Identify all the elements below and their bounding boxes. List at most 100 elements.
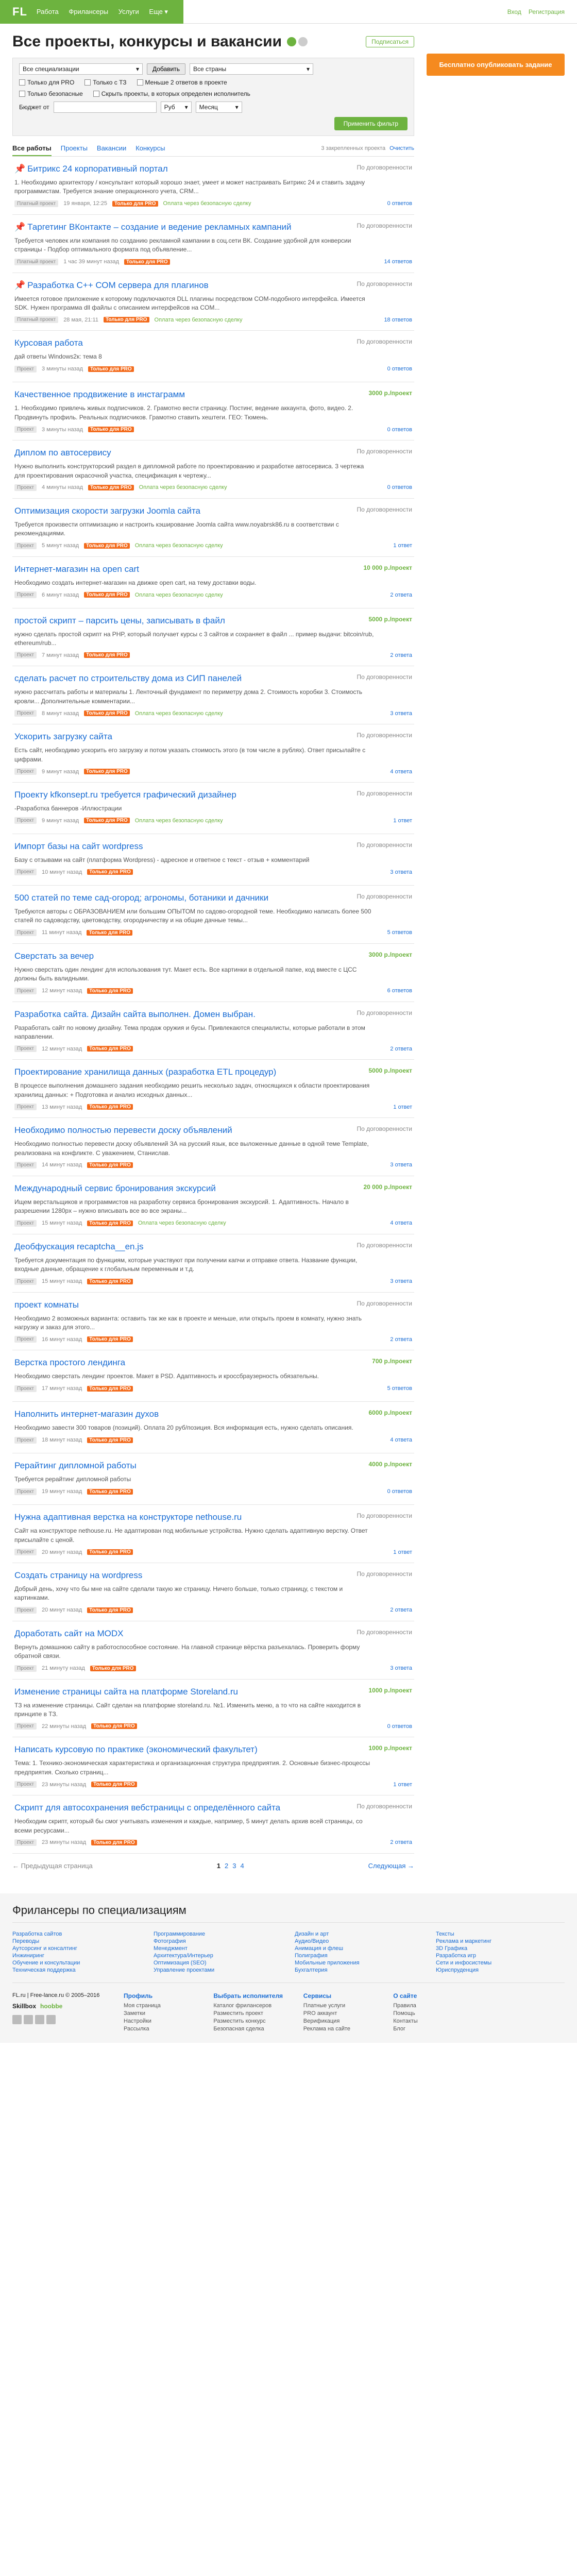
- project-title[interactable]: Рерайтинг дипломной работы: [14, 1461, 137, 1471]
- vk-icon[interactable]: [12, 2014, 22, 2024]
- partner-logo[interactable]: hoobbe: [40, 2003, 62, 2010]
- responses-link[interactable]: 3 ответа: [390, 869, 412, 875]
- project-title[interactable]: сделать расчет по строительству дома из …: [14, 673, 242, 684]
- spec-link[interactable]: Анимация и флеш: [295, 1945, 423, 1952]
- project-card[interactable]: Диплом по автосервису По договоренности Ну…: [12, 440, 414, 499]
- twitter-icon[interactable]: [35, 2014, 44, 2024]
- tab-vacancies[interactable]: Вакансии: [97, 141, 126, 156]
- project-title[interactable]: Изменение страницы сайта на платформе St…: [14, 1687, 238, 1697]
- spec-link[interactable]: Архитектура/Интерьер: [154, 1953, 282, 1959]
- responses-link[interactable]: 5 ответов: [387, 929, 412, 936]
- project-title[interactable]: Оптимизация скорости загрузки Joomla сай…: [14, 506, 200, 516]
- publish-task-button[interactable]: Бесплатно опубликовать задание: [427, 54, 565, 76]
- nav-work[interactable]: Работа: [37, 8, 59, 15]
- footer-link[interactable]: Платные услуги: [303, 2003, 385, 2009]
- project-title[interactable]: Разработка сайта. Дизайн сайта выполнен.…: [14, 1009, 256, 1020]
- project-card[interactable]: Изменение страницы сайта на платформе St…: [12, 1680, 414, 1738]
- nav-services[interactable]: Услуги: [118, 8, 139, 15]
- checkbox[interactable]: [137, 79, 143, 86]
- responses-link[interactable]: 3 ответа: [390, 1162, 412, 1168]
- page-4[interactable]: 4: [240, 1862, 244, 1870]
- project-title[interactable]: Проектирование хранилища данных (разрабо…: [14, 1067, 276, 1077]
- footer-link[interactable]: Моя страница: [124, 2003, 205, 2009]
- facebook-icon[interactable]: [24, 2014, 33, 2024]
- partner-logo[interactable]: Skillbox: [12, 2003, 36, 2010]
- checkbox[interactable]: [84, 79, 91, 86]
- spec-link[interactable]: Бухгалтерия: [295, 1967, 423, 1973]
- project-card[interactable]: Наполнить интернет-магазин духов 6000 р./…: [12, 1402, 414, 1454]
- next-page[interactable]: Следующая →: [368, 1862, 414, 1870]
- responses-link[interactable]: 4 ответа: [390, 1437, 412, 1443]
- page-1[interactable]: 1: [217, 1862, 220, 1870]
- country-select[interactable]: Все страны ▾: [190, 63, 314, 75]
- responses-link[interactable]: 1 ответ: [393, 818, 412, 824]
- spec-link[interactable]: Техническая поддержка: [12, 1967, 141, 1973]
- spec-link[interactable]: Инжиниринг: [12, 1953, 141, 1959]
- project-title[interactable]: Необходимо полностью перевести доску объ…: [14, 1125, 232, 1136]
- filter-hide-assigned[interactable]: Скрыть проекты, в которых определен испо…: [93, 90, 250, 97]
- checkbox[interactable]: [93, 91, 99, 97]
- period-select[interactable]: Месяц ▾: [195, 101, 242, 113]
- spec-link[interactable]: Переводы: [12, 1938, 141, 1944]
- project-card[interactable]: Проекту kfkonsept.ru требуется графическ…: [12, 783, 414, 835]
- project-card[interactable]: сделать расчет по строительству дома из …: [12, 666, 414, 725]
- footer-link[interactable]: Заметки: [124, 2010, 205, 2016]
- project-title[interactable]: Деобфускация recaptcha__en.js: [14, 1242, 143, 1252]
- spec-link[interactable]: Разработка сайтов: [12, 1931, 141, 1937]
- project-card[interactable]: Верстка простого лендинга 700 р./проект Не…: [12, 1350, 414, 1402]
- spec-link[interactable]: Реклама и маркетинг: [436, 1938, 565, 1944]
- responses-link[interactable]: 6 ответов: [387, 988, 412, 994]
- responses-link[interactable]: 2 ответа: [390, 1839, 412, 1845]
- filter-with-spec[interactable]: Только с ТЗ: [84, 79, 127, 86]
- project-title[interactable]: 📌 Битрикс 24 корпоративный портал: [14, 164, 168, 174]
- tab-contests[interactable]: Конкурсы: [135, 141, 165, 156]
- project-title[interactable]: Создать страницу на wordpress: [14, 1570, 142, 1581]
- apply-filter-button[interactable]: Применить фильтр: [334, 117, 408, 130]
- footer-link[interactable]: Блог: [393, 2026, 474, 2032]
- ok-icon[interactable]: [46, 2014, 56, 2024]
- project-title[interactable]: простой скрипт – парсить цены, записыват…: [14, 616, 225, 626]
- add-spec-button[interactable]: Добавить: [147, 63, 186, 75]
- footer-link[interactable]: Настройки: [124, 2018, 205, 2024]
- project-card[interactable]: проект комнаты По договоренности Необходим…: [12, 1293, 414, 1351]
- site-logo[interactable]: FL: [12, 5, 27, 19]
- footer-link[interactable]: Помощь: [393, 2010, 474, 2016]
- checkbox[interactable]: [19, 91, 25, 97]
- project-card[interactable]: простой скрипт – парсить цены, записыват…: [12, 608, 414, 667]
- footer-link[interactable]: Разместить конкурс: [213, 2018, 295, 2024]
- help-icon[interactable]: [298, 37, 308, 46]
- footer-link[interactable]: PRO аккаунт: [303, 2010, 385, 2016]
- project-title[interactable]: Интернет-магазин на open cart: [14, 564, 139, 574]
- project-card[interactable]: Нужна адаптивная верстка на конструкторе…: [12, 1505, 414, 1564]
- responses-link[interactable]: 0 ответов: [387, 484, 412, 490]
- login-link[interactable]: Вход: [507, 8, 521, 15]
- project-card[interactable]: Сверстать за вечер 3000 р./проект Нужно св…: [12, 944, 414, 1002]
- responses-link[interactable]: 0 ответов: [387, 427, 412, 433]
- spec-link[interactable]: 3D Графика: [436, 1945, 565, 1952]
- project-card[interactable]: Интернет-магазин на open cart 10 000 р./п…: [12, 557, 414, 608]
- checkbox[interactable]: [19, 79, 25, 86]
- project-title[interactable]: Ускорить загрузку сайта: [14, 732, 112, 742]
- responses-link[interactable]: 0 ответов: [387, 1723, 412, 1730]
- subscribe-button[interactable]: Подписаться: [366, 36, 414, 47]
- spec-select[interactable]: Все специализации ▾: [19, 63, 143, 75]
- project-title[interactable]: Импорт базы на сайт wordpress: [14, 841, 143, 852]
- project-card[interactable]: Деобфускация recaptcha__en.js По договоре…: [12, 1234, 414, 1293]
- project-title[interactable]: 📌 Таргетинг ВКонтакте – создание и ведени…: [14, 222, 292, 232]
- project-title[interactable]: Международный сервис бронирования экскур…: [14, 1183, 216, 1194]
- footer-link[interactable]: Верификация: [303, 2018, 385, 2024]
- footer-link[interactable]: Безопасная сделка: [213, 2026, 295, 2032]
- spec-link[interactable]: Обучение и консультации: [12, 1960, 141, 1966]
- spec-link[interactable]: Юриспруденция: [436, 1967, 565, 1973]
- project-card[interactable]: Импорт базы на сайт wordpress По договоре…: [12, 834, 414, 886]
- spec-link[interactable]: Оптимизация (SEO): [154, 1960, 282, 1966]
- spec-link[interactable]: Разработка игр: [436, 1953, 565, 1959]
- project-title[interactable]: Курсовая работа: [14, 338, 83, 348]
- nav-more[interactable]: Еще ▾: [149, 8, 168, 15]
- tab-projects[interactable]: Проекты: [61, 141, 88, 156]
- project-card[interactable]: 📌 Разработка С++ СОМ сервера для плагинов…: [12, 273, 414, 331]
- project-title[interactable]: проект комнаты: [14, 1300, 79, 1310]
- spec-link[interactable]: Тексты: [436, 1931, 565, 1937]
- filter-safe-only[interactable]: Только безопасные: [19, 90, 83, 97]
- project-title[interactable]: Скрипт для автосохранения вебстраницы с …: [14, 1803, 280, 1813]
